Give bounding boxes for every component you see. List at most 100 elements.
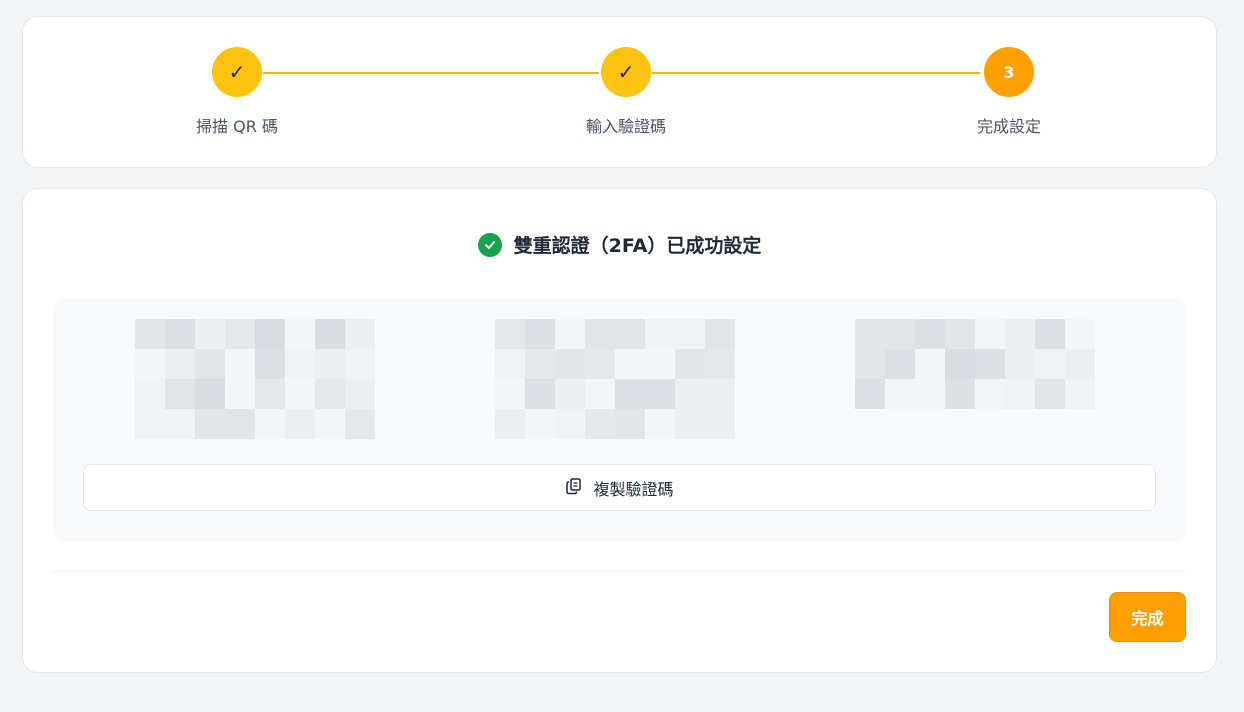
redacted-pixel [945,319,975,349]
redacted-pixel [885,379,915,409]
redacted-pixel [525,379,555,409]
redacted-pixel [1005,319,1035,349]
redacted-pixel [975,349,1005,379]
redacted-pixel [225,409,255,439]
redacted-pixel [975,379,1005,409]
redacted-pixel [525,349,555,379]
redacted-pixel [495,319,525,349]
redacted-pixel [585,349,615,379]
redacted-pixel [645,349,675,379]
redacted-pixel [255,379,285,409]
step-number: 3 [984,47,1034,97]
redacted-pixel [615,379,645,409]
redacted-pixel [1065,349,1095,379]
redacted-pixel [705,319,735,349]
divider [53,571,1186,572]
redacted-pixel [945,379,975,409]
redacted-pixel [585,319,615,349]
redacted-pixel [135,409,165,439]
redacted-pixel [495,409,525,439]
redacted-pixel [225,349,255,379]
redacted-pixel [1005,379,1035,409]
copy-codes-label: 複製驗證碼 [593,479,674,499]
redacted-pixel [555,349,585,379]
redacted-pixel [315,319,345,349]
redacted-pixel [585,379,615,409]
redacted-pixel [1065,319,1095,349]
redacted-pixel [555,379,585,409]
redacted-pixel [915,379,945,409]
redacted-pixel [555,319,585,349]
redacted-pixel [675,409,705,439]
redacted-pixel [345,379,375,409]
copy-codes-button[interactable]: 複製驗證碼 [83,464,1156,511]
redacted-pixel [675,349,705,379]
redacted-pixel [945,349,975,379]
redacted-pixel [285,349,315,379]
redacted-pixel [225,319,255,349]
redacted-pixel [915,319,945,349]
redacted-pixel [195,409,225,439]
redacted-pixel [975,319,1005,349]
redacted-pixel [495,379,525,409]
check-icon: ✓ [601,47,651,97]
recovery-code-block [855,319,1095,409]
step-label: 掃描 QR 碼 [196,117,278,136]
recovery-codes-panel: 複製驗證碼 [53,299,1186,541]
recovery-code-block [495,319,735,439]
redacted-pixel [555,409,585,439]
redacted-pixel [585,409,615,439]
redacted-pixel [1035,349,1065,379]
redacted-pixel [135,319,165,349]
redacted-pixel [135,379,165,409]
redacted-pixel [195,349,225,379]
page-title: 雙重認證（2FA）已成功設定 [513,235,762,257]
redacted-pixel [255,349,285,379]
redacted-pixel [285,379,315,409]
step-label: 完成設定 [976,117,1041,136]
step-label: 輸入驗證碼 [585,117,666,136]
redacted-pixel [705,379,735,409]
redacted-pixel [615,409,645,439]
copy-icon [565,477,583,499]
step-enter-code: ✓ 輸入驗證碼 [526,47,726,137]
redacted-pixel [285,409,315,439]
redacted-pixel [915,349,945,379]
success-header: 雙重認證（2FA）已成功設定 [23,231,1216,258]
redacted-pixel [1035,319,1065,349]
redacted-pixel [855,379,885,409]
redacted-pixel [495,349,525,379]
redacted-pixel [885,349,915,379]
redacted-pixel [165,379,195,409]
redacted-pixel [885,319,915,349]
redacted-pixel [705,349,735,379]
redacted-pixel [675,379,705,409]
redacted-pixel [165,409,195,439]
redacted-pixel [195,379,225,409]
redacted-pixel [705,409,735,439]
done-button[interactable]: 完成 [1109,592,1186,642]
redacted-pixel [855,349,885,379]
main-card: 雙重認證（2FA）已成功設定 複製驗證碼 完成 [22,188,1217,673]
redacted-pixel [525,319,555,349]
redacted-pixel [645,409,675,439]
redacted-pixel [315,379,345,409]
redacted-pixel [165,349,195,379]
redacted-pixel [165,319,195,349]
redacted-pixel [345,349,375,379]
redacted-pixel [1065,379,1095,409]
check-icon: ✓ [212,47,262,97]
redacted-pixel [255,409,285,439]
redacted-pixel [135,349,165,379]
redacted-pixel [645,379,675,409]
redacted-pixel [315,409,345,439]
redacted-pixel [195,319,225,349]
redacted-pixel [285,319,315,349]
redacted-pixel [345,409,375,439]
redacted-pixel [675,319,705,349]
redacted-pixel [525,409,555,439]
redacted-pixel [645,319,675,349]
redacted-pixel [225,379,255,409]
recovery-code-block [135,319,375,439]
step-scan-qr: ✓ 掃描 QR 碼 [137,47,337,137]
